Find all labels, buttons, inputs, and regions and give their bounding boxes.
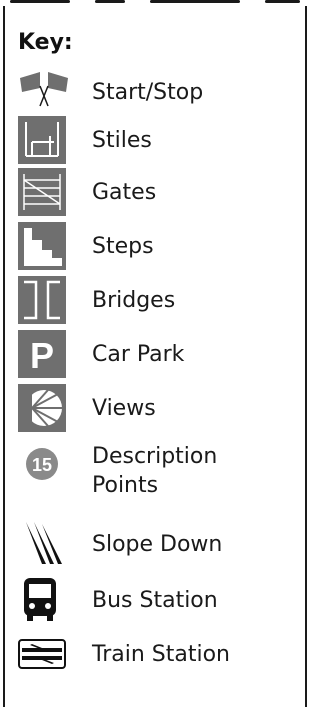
legend-label-train-station: Train Station bbox=[92, 642, 230, 667]
legend-label-bus-station: Bus Station bbox=[92, 588, 218, 613]
legend-item-steps: Steps bbox=[18, 222, 298, 270]
legend-item-description-points: 15 Description Points bbox=[18, 440, 298, 504]
legend-label-slope-down: Slope Down bbox=[92, 532, 223, 557]
legend-item-stiles: Stiles bbox=[18, 116, 298, 164]
legend-item-slope-down: Slope Down bbox=[18, 520, 298, 568]
legend-item-gates: Gates bbox=[18, 168, 298, 216]
legend-item-bus-station: Bus Station bbox=[18, 576, 298, 624]
legend-item-train-station: Train Station bbox=[18, 632, 298, 680]
stile-icon bbox=[18, 116, 66, 164]
legend-label-description-points: Description Points bbox=[92, 444, 218, 498]
legend-label-car-park: Car Park bbox=[92, 342, 185, 367]
legend-label-steps: Steps bbox=[92, 234, 154, 259]
legend-label-views: Views bbox=[92, 396, 156, 421]
train-icon bbox=[18, 636, 66, 684]
svg-text:P: P bbox=[30, 335, 54, 376]
start-stop-flags-icon bbox=[18, 70, 68, 118]
steps-icon bbox=[18, 222, 66, 270]
car-park-icon: P bbox=[18, 330, 66, 378]
description-point-icon: 15 bbox=[18, 444, 66, 492]
legend-item-views: Views bbox=[18, 384, 298, 432]
description-point-number: 15 bbox=[32, 455, 52, 475]
legend-item-bridges: Bridges bbox=[18, 276, 298, 324]
legend-label-gates: Gates bbox=[92, 180, 157, 205]
slope-down-icon bbox=[18, 520, 66, 568]
legend-item-car-park: P Car Park bbox=[18, 330, 298, 378]
legend-title: Key: bbox=[18, 30, 73, 55]
legend-label-stiles: Stiles bbox=[92, 128, 152, 153]
views-icon bbox=[18, 384, 66, 432]
bridge-icon bbox=[18, 276, 66, 324]
legend-item-start-stop: Start/Stop bbox=[18, 70, 298, 118]
gate-icon bbox=[18, 168, 66, 216]
legend-label-start-stop: Start/Stop bbox=[92, 80, 204, 105]
legend-label-bridges: Bridges bbox=[92, 288, 176, 313]
bus-icon bbox=[18, 576, 66, 624]
